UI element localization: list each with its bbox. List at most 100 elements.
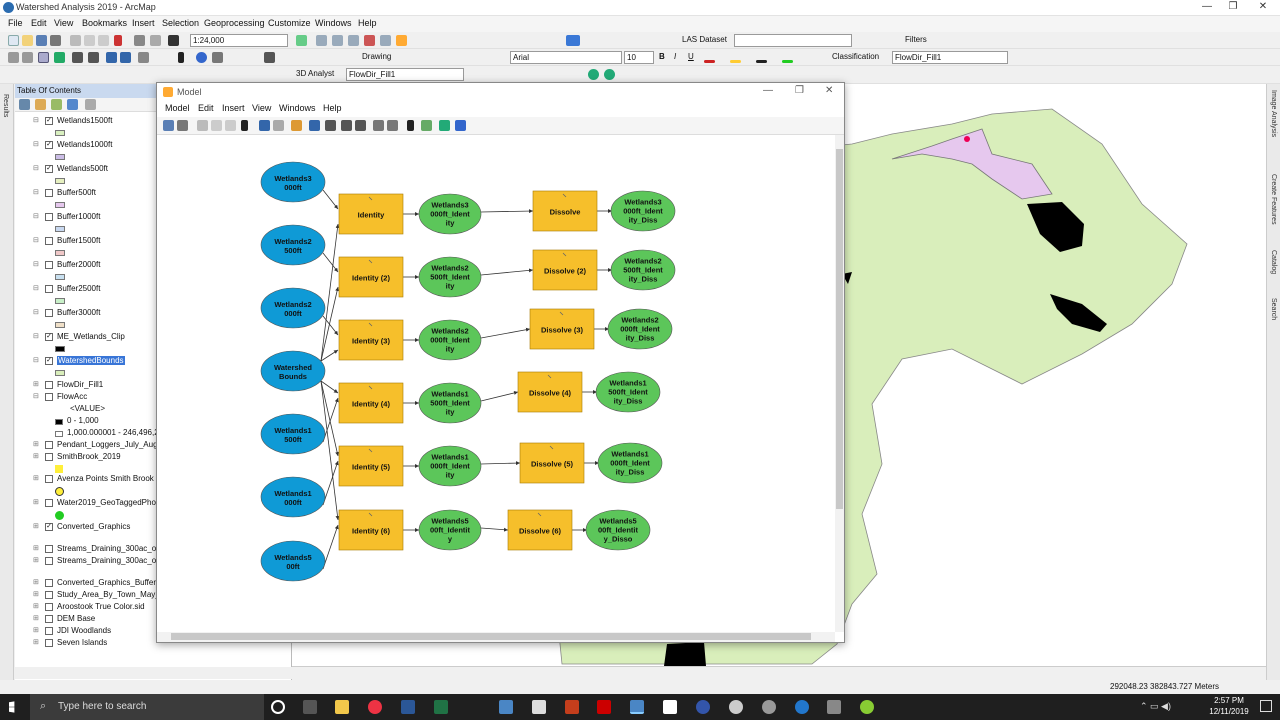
model-menu-model[interactable]: Model: [165, 103, 190, 113]
expand-toggle-icon[interactable]: ⊟: [33, 237, 41, 245]
model-minimize-button[interactable]: —: [763, 85, 773, 96]
layer-visibility-checkbox[interactable]: ✓: [45, 357, 53, 365]
calculator-icon[interactable]: [532, 700, 546, 714]
zoom-out-icon[interactable]: [22, 52, 33, 63]
model-run-icon[interactable]: [455, 120, 466, 131]
forward-extent-icon[interactable]: [120, 52, 131, 63]
layer-name[interactable]: Study_Area_By_Town_May_1: [57, 590, 164, 599]
expand-toggle-icon[interactable]: ⊟: [33, 261, 41, 269]
fixed-zoom-out-icon[interactable]: [88, 52, 99, 63]
create-features-tab[interactable]: Create Features: [1270, 174, 1277, 225]
catalog-icon[interactable]: [332, 35, 343, 46]
windows-start-icon[interactable]: [9, 701, 15, 713]
layer-visibility-checkbox[interactable]: ✓: [45, 333, 53, 341]
model-menu-windows[interactable]: Windows: [279, 103, 316, 113]
layer-name[interactable]: Wetlands1000ft: [57, 140, 112, 149]
menu-file[interactable]: File: [8, 18, 23, 28]
layer-visibility-checkbox[interactable]: [45, 309, 53, 317]
list-by-source-icon[interactable]: [35, 99, 46, 110]
model-undo-icon[interactable]: [259, 120, 270, 131]
drawing-menu[interactable]: Drawing: [362, 52, 391, 61]
expand-toggle-icon[interactable]: ⊞: [33, 615, 41, 623]
model-vertical-scrollbar[interactable]: [835, 135, 844, 632]
layer-name[interactable]: WatershedBounds: [57, 356, 125, 365]
acrobat-icon[interactable]: [597, 700, 611, 714]
close-button[interactable]: ✕: [1246, 1, 1280, 12]
model-menu-view[interactable]: View: [252, 103, 271, 113]
layer-combo-left[interactable]: FlowDir_Fill1: [346, 68, 464, 81]
font-combo[interactable]: Arial: [510, 51, 622, 64]
image-analysis-tab[interactable]: Image Analysis: [1270, 90, 1277, 137]
cortana-icon[interactable]: [271, 700, 285, 714]
select-elements-icon[interactable]: [178, 52, 184, 63]
classification-menu[interactable]: Classification: [832, 52, 879, 61]
las-dataset-combo[interactable]: [734, 34, 852, 47]
model-connect-icon[interactable]: [421, 120, 432, 131]
expand-toggle-icon[interactable]: ⊞: [33, 453, 41, 461]
menu-insert[interactable]: Insert: [132, 18, 155, 28]
connector-output-to-dissolve[interactable]: [480, 527, 509, 532]
model-validate-icon[interactable]: [439, 120, 450, 131]
layer-visibility-checkbox[interactable]: ✓: [45, 117, 53, 125]
expand-toggle-icon[interactable]: ⊞: [33, 545, 41, 553]
menu-selection[interactable]: Selection: [162, 18, 199, 28]
layer-name[interactable]: Buffer1000ft: [57, 212, 100, 221]
layer-name[interactable]: Buffer3000ft: [57, 308, 100, 317]
globe-icon[interactable]: [588, 69, 599, 80]
layer-name[interactable]: DEM Base: [57, 614, 95, 623]
expand-toggle-icon[interactable]: ⊞: [33, 603, 41, 611]
clock-date[interactable]: 12/11/2019: [1204, 707, 1254, 716]
font-size-combo[interactable]: 10: [624, 51, 654, 64]
layer-name[interactable]: Buffer500ft: [57, 188, 96, 197]
model-canvas[interactable]: Wetlands3 000ft Wetlands2 500ft Wetlands2 000…: [157, 135, 835, 632]
layer-visibility-checkbox[interactable]: [45, 475, 53, 483]
model-select-icon[interactable]: [407, 120, 414, 131]
zoom-in-icon[interactable]: [8, 52, 19, 63]
model-builder-icon[interactable]: [396, 35, 407, 46]
layer-symbol-swatch[interactable]: [55, 130, 65, 136]
menu-bookmarks[interactable]: Bookmarks: [82, 18, 127, 28]
marker-color-icon[interactable]: [782, 60, 793, 63]
layer-symbol-swatch[interactable]: [55, 250, 65, 256]
layer-symbol-swatch[interactable]: [55, 298, 65, 304]
select-features-icon[interactable]: [138, 52, 149, 63]
layer-name[interactable]: SmithBrook_2019: [57, 452, 121, 461]
layer-name[interactable]: Seven Islands: [57, 638, 107, 647]
copy-icon[interactable]: [84, 35, 95, 46]
undo-icon[interactable]: [134, 35, 145, 46]
catalog-tab[interactable]: Catalog: [1270, 250, 1277, 274]
menu-view[interactable]: View: [54, 18, 73, 28]
redo-icon[interactable]: [150, 35, 161, 46]
layer-symbol-swatch[interactable]: [55, 154, 65, 160]
layer-visibility-checkbox[interactable]: ✓: [45, 523, 53, 531]
point-symbol-icon[interactable]: [55, 487, 64, 496]
layer-visibility-checkbox[interactable]: [45, 603, 53, 611]
layer-symbol-swatch[interactable]: [55, 274, 65, 280]
expand-toggle-icon[interactable]: ⊞: [33, 557, 41, 565]
connector-input-to-identity[interactable]: [322, 397, 339, 443]
3d-analyst-menu[interactable]: 3D Analyst: [296, 69, 334, 78]
layer-name[interactable]: JDI Woodlands: [57, 626, 111, 635]
full-extent-icon[interactable]: [54, 52, 65, 63]
app-icon-3[interactable]: [762, 700, 776, 714]
model-paste-icon[interactable]: [225, 120, 236, 131]
model-cut-icon[interactable]: [197, 120, 208, 131]
layer-visibility-checkbox[interactable]: [45, 441, 53, 449]
layer-visibility-checkbox[interactable]: [45, 591, 53, 599]
python-icon[interactable]: [380, 35, 391, 46]
layer-name[interactable]: Pendant_Loggers_July_August: [57, 440, 168, 449]
results-tab-label[interactable]: Results: [2, 94, 9, 117]
taskbar-search-box[interactable]: ⌕ Type here to search: [30, 694, 264, 720]
identify-icon[interactable]: [196, 52, 207, 63]
expand-toggle-icon[interactable]: ⊟: [33, 333, 41, 341]
model-save-icon[interactable]: [163, 120, 174, 131]
layer-name[interactable]: FlowDir_Fill1: [57, 380, 103, 389]
model-menu-help[interactable]: Help: [323, 103, 342, 113]
expand-toggle-icon[interactable]: ⊞: [33, 475, 41, 483]
layer-visibility-checkbox[interactable]: [45, 639, 53, 647]
toc-horizontal-scrollbar[interactable]: [15, 667, 292, 679]
color-swatch-icon[interactable]: [566, 35, 580, 46]
layer-visibility-checkbox[interactable]: [45, 381, 53, 389]
expand-toggle-icon[interactable]: ⊞: [33, 579, 41, 587]
layer-name[interactable]: Converted_Graphics: [57, 522, 130, 531]
